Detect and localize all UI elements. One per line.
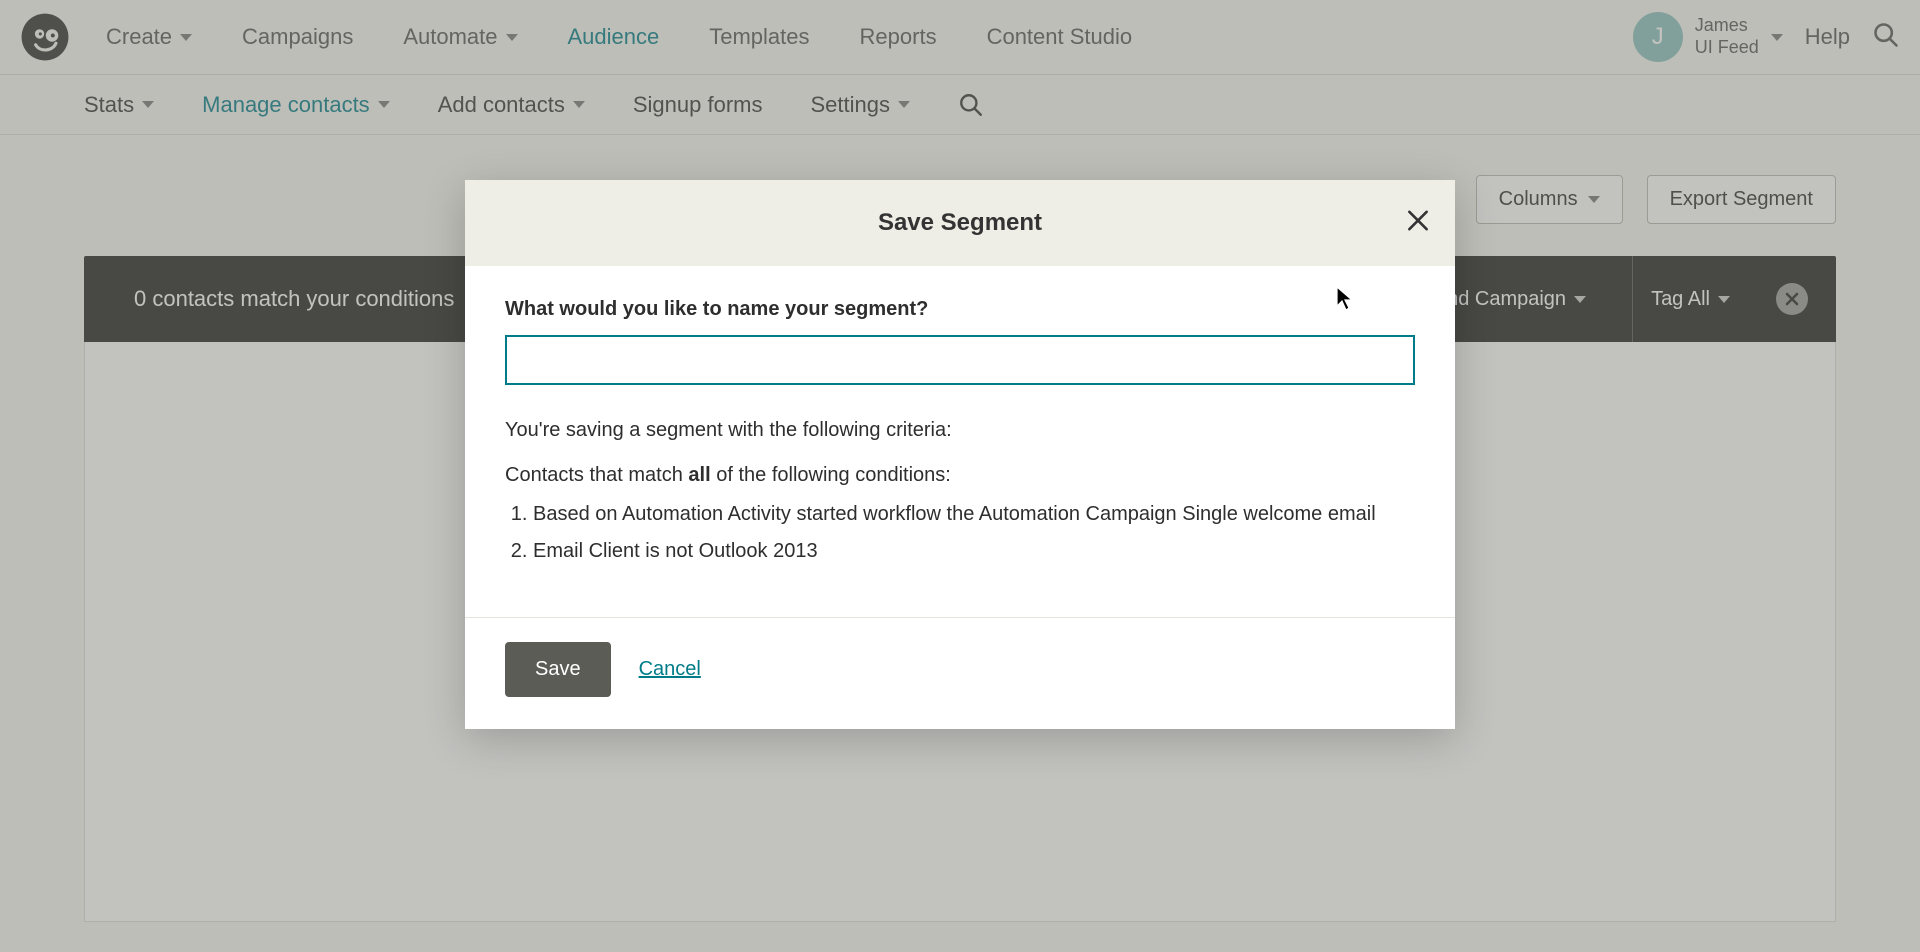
close-icon <box>1405 208 1431 234</box>
match-bold: all <box>688 464 710 486</box>
criteria-item: Email Client is not Outlook 2013 <box>533 540 1415 563</box>
link-label: Cancel <box>639 658 701 680</box>
modal-header: Save Segment <box>465 180 1455 266</box>
criteria-list: Based on Automation Activity started wor… <box>505 503 1415 563</box>
modal-title: Save Segment <box>878 209 1042 237</box>
segment-name-input[interactable] <box>505 335 1415 385</box>
modal-footer: Save Cancel <box>465 617 1455 729</box>
save-segment-modal: Save Segment What would you like to name… <box>465 180 1455 729</box>
match-prefix: Contacts that match <box>505 464 688 486</box>
modal-body: What would you like to name your segment… <box>465 266 1455 617</box>
modal-close-button[interactable] <box>1405 208 1431 239</box>
button-label: Save <box>535 658 581 680</box>
cancel-link[interactable]: Cancel <box>639 658 701 681</box>
save-button[interactable]: Save <box>505 642 611 697</box>
match-suffix: of the following conditions: <box>711 464 951 486</box>
segment-name-label: What would you like to name your segment… <box>505 298 1415 321</box>
match-line: Contacts that match all of the following… <box>505 464 1415 487</box>
criteria-intro: You're saving a segment with the followi… <box>505 419 1415 442</box>
modal-overlay[interactable]: Save Segment What would you like to name… <box>0 0 1920 952</box>
criteria-item: Based on Automation Activity started wor… <box>533 503 1415 526</box>
